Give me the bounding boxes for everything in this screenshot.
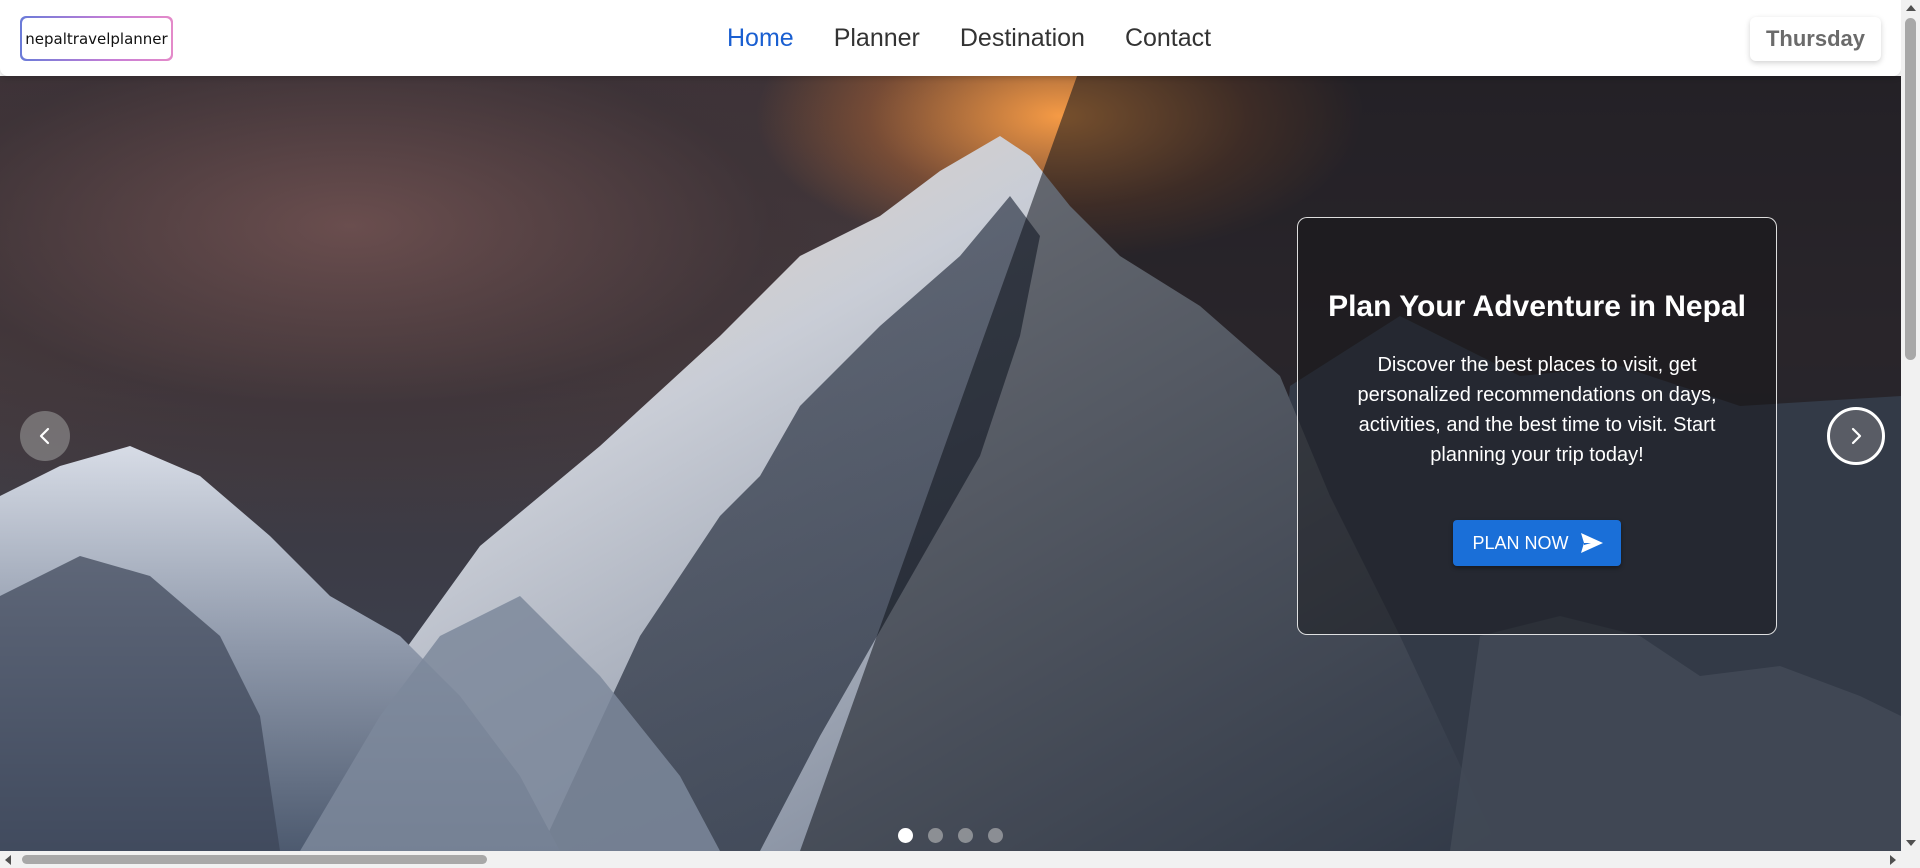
- hero-carousel: Plan Your Adventure in Nepal Discover th…: [0, 76, 1901, 851]
- main-nav: Home Planner Destination Contact: [727, 0, 1251, 76]
- scroll-down-icon[interactable]: [1906, 840, 1916, 846]
- page: nepaltravelplanner Home Planner Destinat…: [0, 0, 1901, 851]
- vertical-scrollbar[interactable]: [1901, 0, 1920, 851]
- vertical-scroll-thumb[interactable]: [1905, 18, 1916, 360]
- chevron-right-icon: [1851, 427, 1862, 445]
- hero-card: Plan Your Adventure in Nepal Discover th…: [1297, 217, 1777, 635]
- logo-text: nepaltravelplanner: [22, 18, 171, 59]
- plan-now-label: PLAN NOW: [1472, 532, 1569, 553]
- send-icon: [1580, 533, 1603, 553]
- chevron-left-icon: [39, 427, 50, 445]
- site-header: nepaltravelplanner Home Planner Destinat…: [0, 0, 1901, 76]
- hero-title: Plan Your Adventure in Nepal: [1328, 290, 1746, 323]
- hero-description: Discover the best places to visit, get p…: [1357, 354, 1717, 466]
- scroll-up-icon[interactable]: [1906, 5, 1916, 11]
- carousel-dot-4[interactable]: [988, 828, 1003, 843]
- carousel-dot-2[interactable]: [928, 828, 943, 843]
- plan-now-button[interactable]: PLAN NOW: [1453, 520, 1621, 566]
- day-indicator: Thursday: [1749, 17, 1881, 61]
- carousel-dot-1[interactable]: [898, 828, 913, 843]
- scroll-right-icon[interactable]: [1890, 855, 1896, 865]
- logo[interactable]: nepaltravelplanner: [20, 16, 173, 61]
- carousel-dot-3[interactable]: [958, 828, 973, 843]
- scroll-left-icon[interactable]: [5, 855, 11, 865]
- carousel-prev-button[interactable]: [20, 411, 70, 461]
- carousel-indicators: [898, 828, 1018, 843]
- nav-destination[interactable]: Destination: [960, 24, 1085, 53]
- scrollbar-corner: [1901, 851, 1920, 868]
- nav-planner[interactable]: Planner: [834, 24, 920, 53]
- nav-contact[interactable]: Contact: [1125, 24, 1211, 53]
- carousel-next-button[interactable]: [1827, 407, 1885, 465]
- horizontal-scroll-thumb[interactable]: [22, 855, 487, 864]
- nav-home[interactable]: Home: [727, 24, 794, 53]
- horizontal-scrollbar[interactable]: [0, 851, 1901, 868]
